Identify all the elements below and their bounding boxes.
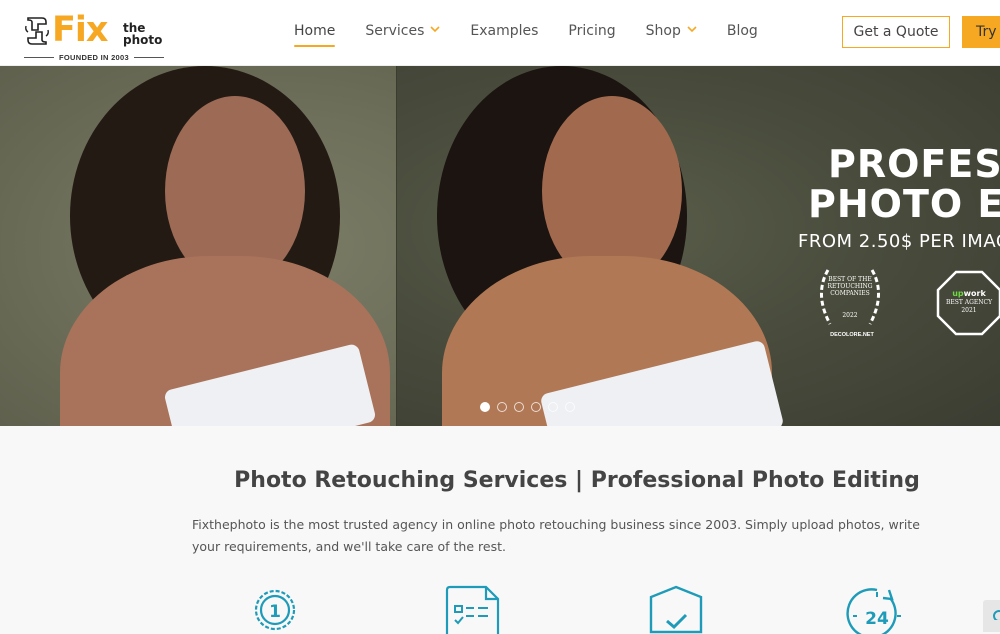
nav-item-blog[interactable]: Blog: [727, 20, 758, 42]
slider-pagination: [480, 402, 575, 412]
hero-slider: PROFESSI PHOTO ED FROM 2.50$ PER IMAG BE…: [0, 66, 1000, 426]
nav-item-label: Home: [294, 23, 336, 39]
nav-item-services[interactable]: Services: [365, 20, 440, 42]
main-nav: Home Services Examples Pricing Shop Blog: [294, 20, 788, 47]
badge-number: 1: [269, 602, 281, 622]
chevron-down-icon: [430, 26, 440, 33]
nav-item-examples[interactable]: Examples: [470, 20, 538, 42]
upwork-logo: upwork: [952, 289, 986, 298]
page-title: Photo Retouching Services | Professional…: [234, 468, 920, 493]
hero-title: PROFESSI PHOTO ED: [808, 144, 1000, 224]
nav-item-label: Examples: [470, 23, 539, 39]
nav-item-label: Shop: [645, 23, 681, 39]
checklist-document-icon: [445, 585, 500, 634]
laurel-wreath-icon: [820, 269, 880, 325]
nav-item-label: Blog: [726, 23, 758, 39]
slider-dot[interactable]: [548, 402, 558, 412]
logo-tagline-text: FOUNDED IN 2003: [59, 52, 129, 62]
award-year: 2022: [842, 312, 858, 319]
logo-tagline: FOUNDED IN 2003: [24, 52, 164, 62]
nav-item-label: Services: [365, 23, 425, 39]
intro-description: Fixthephoto is the most trusted agency i…: [192, 517, 920, 554]
logo-fix-text: Fix: [52, 10, 108, 50]
divider: [24, 56, 55, 58]
award-best-retouching-badge: BEST OF THE RETOUCHING COMPANIES 2022 DE…: [808, 264, 892, 344]
nav-item-pricing[interactable]: Pricing: [568, 20, 615, 42]
upwork-logo-green: up: [952, 289, 964, 298]
slider-dot[interactable]: [531, 402, 541, 412]
clock-number: 24: [865, 609, 889, 629]
try-button[interactable]: Try: [962, 16, 1000, 48]
nav-item-shop[interactable]: Shop: [646, 20, 697, 42]
award-badge-number-1-icon: 1: [254, 589, 296, 631]
nav-item-label: Pricing: [568, 23, 616, 39]
award-title: BEST AGENCY: [945, 299, 993, 306]
chevron-down-icon: [687, 26, 697, 33]
upwork-logo-white: work: [963, 289, 986, 298]
get-a-quote-button[interactable]: Get a Quote: [842, 16, 950, 48]
slider-dot[interactable]: [480, 402, 490, 412]
slider-dot[interactable]: [514, 402, 524, 412]
logo-photo-text: photo: [123, 33, 163, 47]
hero-title-line-2: PHOTO ED: [808, 182, 1000, 226]
before-photo: [0, 66, 397, 426]
chat-icon: [993, 610, 1000, 622]
award-source: DECOLORE.NET: [830, 332, 874, 338]
award-upwork-badge: upwork BEST AGENCY 2021: [936, 270, 1000, 336]
slider-dot[interactable]: [565, 402, 575, 412]
award-text: BEST OF THE RETOUCHING COMPANIES: [827, 276, 873, 297]
divider: [133, 56, 164, 58]
shield-check-icon: [649, 585, 703, 634]
hero-title-line-1: PROFESSI: [828, 142, 1000, 186]
slider-dot[interactable]: [497, 402, 507, 412]
site-header: Fix the photo FOUNDED IN 2003 Home Servi…: [0, 0, 1000, 66]
hands-frame-icon: [25, 17, 49, 45]
site-logo[interactable]: Fix the photo FOUNDED IN 2003: [24, 10, 164, 62]
award-text: upwork BEST AGENCY 2021: [940, 290, 998, 315]
award-year: 2021: [961, 307, 977, 314]
hero-subtitle: FROM 2.50$ PER IMAG: [798, 231, 1000, 252]
nav-item-home[interactable]: Home: [294, 20, 336, 47]
chat-widget-tab[interactable]: [983, 600, 1000, 632]
clock-24-hours-icon: 24: [846, 588, 901, 634]
